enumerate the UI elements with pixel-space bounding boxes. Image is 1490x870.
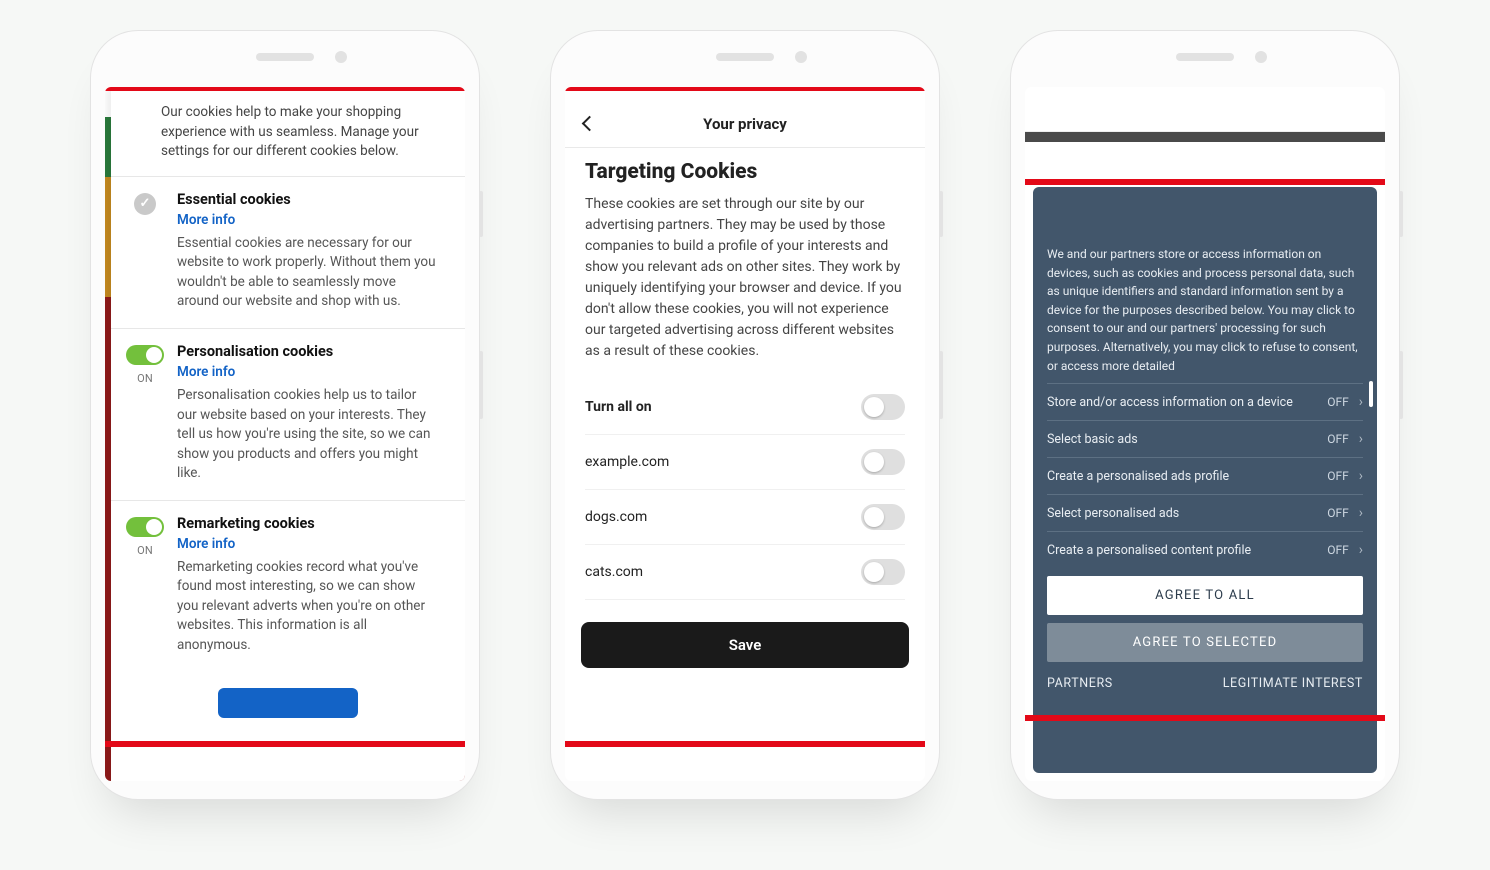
page-header-bar (1025, 132, 1385, 142)
cookie-settings-dialog: Our cookies help to make your shopping e… (111, 87, 465, 781)
toggle-row: example.com (585, 435, 905, 490)
power-button-icon (939, 191, 943, 237)
section-heading: Targeting Cookies (585, 160, 905, 184)
chevron-right-icon: › (1359, 394, 1363, 410)
dialog-intro-text: Our cookies help to make your shopping e… (111, 87, 465, 176)
volume-button-icon (1399, 351, 1403, 419)
scrollbar-thumb[interactable] (1369, 381, 1373, 407)
purpose-label: Create a personalised content profile (1047, 543, 1251, 558)
toggle-row: cats.com (585, 545, 905, 600)
section-title: Essential cookies (177, 191, 437, 208)
browser-chrome-bar (1025, 87, 1385, 132)
legitimate-interest-link[interactable]: LEGITIMATE INTEREST (1223, 676, 1363, 691)
primary-submit-button[interactable] (218, 688, 358, 718)
power-button-icon (479, 191, 483, 237)
row-label: dogs.com (585, 509, 647, 525)
more-info-link[interactable]: More info (177, 212, 235, 228)
volume-button-icon (479, 351, 483, 419)
phone-mockup-1: Our cookies help to make your shopping e… (90, 30, 480, 800)
toggle-state-label: ON (125, 544, 165, 557)
screen-3: We and our partners store or access info… (1025, 87, 1385, 781)
purpose-row[interactable]: Store and/or access information on a dev… (1047, 383, 1363, 420)
section-description: Essential cookies are necessary for our … (177, 234, 437, 312)
save-button[interactable]: Save (581, 622, 909, 668)
purpose-state: OFF (1327, 432, 1349, 446)
back-icon[interactable] (579, 113, 599, 133)
purpose-row[interactable]: Select basic ads OFF › (1047, 420, 1363, 457)
purpose-state: OFF (1327, 543, 1349, 557)
turn-all-on-toggle[interactable] (861, 394, 905, 420)
toggle-list: Turn all on example.com dogs.com cats.co… (585, 380, 905, 600)
vendor-toggle[interactable] (861, 559, 905, 585)
remarketing-toggle[interactable] (126, 517, 164, 537)
row-label: example.com (585, 454, 669, 470)
section-title: Personalisation cookies (177, 343, 437, 360)
cookie-section-essential: Essential cookies More info Essential co… (111, 176, 465, 328)
purpose-state: OFF (1327, 395, 1349, 409)
purpose-row[interactable]: Select personalised ads OFF › (1047, 494, 1363, 531)
chevron-right-icon: › (1359, 505, 1363, 521)
agree-to-selected-button[interactable]: AGREE TO SELECTED (1047, 623, 1363, 662)
section-body-text: These cookies are set through our site b… (585, 194, 905, 362)
section-description: Personalisation cookies help us to tailo… (177, 386, 437, 484)
vendor-toggle[interactable] (861, 449, 905, 475)
phone-mockup-3: We and our partners store or access info… (1010, 30, 1400, 800)
purpose-label: Store and/or access information on a dev… (1047, 395, 1293, 410)
consent-intro-text: We and our partners store or access info… (1047, 245, 1363, 375)
more-info-link[interactable]: More info (177, 364, 235, 380)
screen-1: Our cookies help to make your shopping e… (105, 87, 465, 781)
screen-2: Your privacy Targeting Cookies These coo… (565, 87, 925, 781)
chevron-right-icon: › (1359, 431, 1363, 447)
purpose-label: Select basic ads (1047, 432, 1138, 447)
purpose-state: OFF (1327, 506, 1349, 520)
section-description: Remarketing cookies record what you've f… (177, 558, 437, 656)
section-title: Remarketing cookies (177, 515, 437, 532)
locked-check-icon (134, 193, 156, 215)
phone-mockup-2: Your privacy Targeting Cookies These coo… (550, 30, 940, 800)
row-label: Turn all on (585, 399, 652, 415)
toggle-row: dogs.com (585, 490, 905, 545)
purpose-label: Select personalised ads (1047, 506, 1179, 521)
agree-to-all-button[interactable]: AGREE TO ALL (1047, 576, 1363, 615)
purpose-state: OFF (1327, 469, 1349, 483)
toggle-row-all: Turn all on (585, 380, 905, 435)
row-label: cats.com (585, 564, 643, 580)
volume-button-icon (939, 351, 943, 419)
cookie-section-remarketing: ON Remarketing cookies More info Remarke… (111, 500, 465, 672)
vendor-toggle[interactable] (861, 504, 905, 530)
purpose-list: Store and/or access information on a dev… (1047, 383, 1363, 568)
modal-header: Your privacy (565, 101, 925, 148)
more-info-link[interactable]: More info (177, 536, 235, 552)
chevron-right-icon: › (1359, 542, 1363, 558)
purpose-label: Create a personalised ads profile (1047, 469, 1229, 484)
partners-link[interactable]: PARTNERS (1047, 676, 1113, 691)
chevron-right-icon: › (1359, 468, 1363, 484)
purpose-row[interactable]: Create a personalised ads profile OFF › (1047, 457, 1363, 494)
purpose-row[interactable]: Create a personalised content profile OF… (1047, 531, 1363, 568)
personalisation-toggle[interactable] (126, 345, 164, 365)
toggle-state-label: ON (125, 372, 165, 385)
header-title: Your privacy (703, 115, 787, 133)
power-button-icon (1399, 191, 1403, 237)
consent-manager-panel: We and our partners store or access info… (1033, 187, 1377, 773)
cookie-section-personalisation: ON Personalisation cookies More info Per… (111, 328, 465, 500)
